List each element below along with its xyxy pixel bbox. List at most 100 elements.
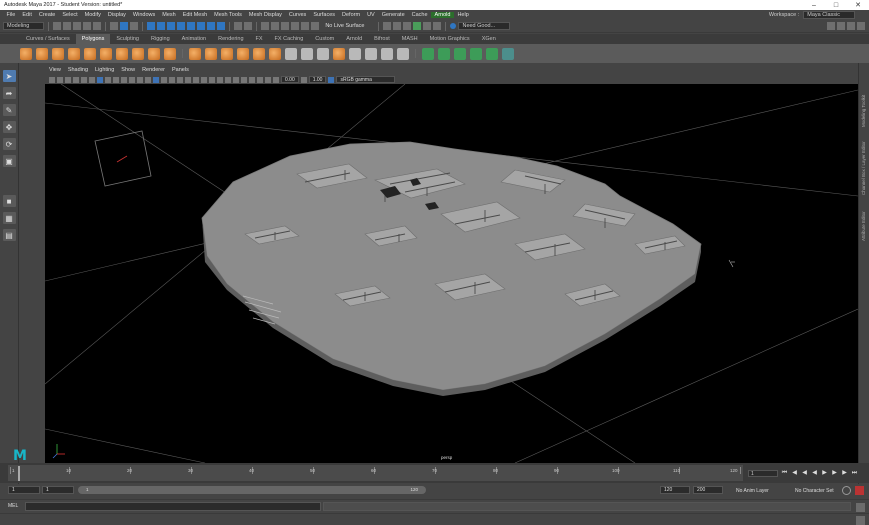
command-input[interactable] [25, 502, 321, 511]
outliner-layout-icon[interactable]: ▤ [2, 229, 16, 241]
poly-svg-icon[interactable] [164, 47, 176, 60]
attribute-editor-tab[interactable]: Attribute Editor [861, 211, 866, 241]
highlight-selection-icon[interactable] [244, 22, 253, 30]
modeling-toolkit-tab[interactable]: Modeling Toolkit [861, 95, 866, 127]
automatic-mapping-icon[interactable] [438, 47, 450, 60]
four-view-layout-icon[interactable]: ▦ [2, 212, 16, 224]
snap-view-plane-icon[interactable] [291, 22, 300, 30]
toggle-modeling-toolkit-icon[interactable] [827, 22, 835, 30]
character-set-dropdown[interactable]: No Character Set [795, 488, 834, 494]
poly-type-icon[interactable] [148, 47, 160, 60]
time-slider[interactable]: 1 10 20 30 40 50 60 70 80 90 100 110 120 [0, 463, 869, 483]
select-dynamic-mask-icon[interactable] [197, 22, 206, 30]
image-plane-icon[interactable] [73, 76, 79, 83]
uv-unfold-icon[interactable] [502, 47, 514, 60]
maximize-button[interactable]: □ [825, 2, 847, 9]
menu-mesh[interactable]: Mesh [159, 12, 179, 18]
shelf-tab-rigging[interactable]: Rigging [145, 34, 176, 44]
uv-editor-icon[interactable] [486, 47, 498, 60]
gamma-field[interactable]: 1.00 [308, 76, 327, 83]
separate-icon[interactable] [205, 47, 217, 60]
play-backwards-icon[interactable]: ◀ [811, 470, 818, 477]
select-handle-mask-icon[interactable] [147, 22, 156, 30]
step-forward-frame-icon[interactable]: ▶ [831, 470, 838, 477]
menu-curves[interactable]: Curves [285, 12, 309, 18]
isolate-select-icon[interactable] [241, 76, 247, 83]
command-language-toggle[interactable]: MEL [8, 503, 18, 509]
poly-plane-icon[interactable] [84, 47, 96, 60]
bridge-icon[interactable] [317, 47, 329, 60]
panel-menu-lighting[interactable]: Lighting [95, 67, 114, 75]
close-button[interactable]: ✕ [847, 1, 869, 9]
live-surface-label[interactable]: No Live Surface [325, 23, 364, 29]
select-hierarchy-icon[interactable] [110, 22, 119, 30]
planar-mapping-icon[interactable] [422, 47, 434, 60]
combine-icon[interactable] [189, 47, 201, 60]
playback-end-field[interactable]: 120 [660, 486, 690, 494]
rotate-tool-icon[interactable]: ⟳ [2, 138, 16, 150]
select-misc-mask-icon[interactable] [217, 22, 226, 30]
menu-edit[interactable]: Edit [19, 12, 35, 18]
hypershade-icon[interactable] [423, 22, 432, 30]
wireframe-icon[interactable] [153, 76, 159, 83]
step-back-key-icon[interactable]: ◀ [791, 470, 798, 477]
step-forward-key-icon[interactable]: ▶ [841, 470, 848, 477]
minimize-button[interactable]: – [803, 2, 825, 9]
spherical-mapping-icon[interactable] [470, 47, 482, 60]
arnold-render-view-icon[interactable] [433, 22, 442, 30]
redo-icon[interactable] [93, 22, 102, 30]
panel-menu-shading[interactable]: Shading [68, 67, 88, 75]
scale-tool-icon[interactable]: ▣ [2, 155, 16, 167]
reduce-icon[interactable] [269, 47, 281, 60]
script-editor-icon[interactable] [856, 503, 865, 512]
bookmarks-icon[interactable] [65, 76, 71, 83]
menu-mesh-tools[interactable]: Mesh Tools [211, 12, 246, 18]
multisample-aa-icon[interactable] [225, 76, 231, 83]
paint-select-tool-icon[interactable]: ✎ [2, 104, 16, 116]
auto-key-icon[interactable] [842, 486, 851, 495]
panel-menu-view[interactable]: View [49, 67, 61, 75]
exposure-icon[interactable] [273, 76, 279, 83]
shelf-tab-custom[interactable]: Custom [309, 34, 340, 44]
poly-sphere-icon[interactable] [20, 47, 32, 60]
menu-create[interactable]: Create [35, 12, 59, 18]
textured-icon[interactable] [185, 76, 191, 83]
select-surface-mask-icon[interactable] [177, 22, 186, 30]
save-scene-icon[interactable] [73, 22, 82, 30]
xray-active-icon[interactable] [257, 76, 263, 83]
menu-arnold[interactable]: Arnold [431, 12, 454, 18]
smooth-icon[interactable] [237, 47, 249, 60]
poly-disc-icon[interactable] [116, 47, 128, 60]
panel-menu-panels[interactable]: Panels [172, 67, 189, 75]
exposure-field[interactable]: 0.00 [281, 76, 299, 83]
gate-mask-icon[interactable] [121, 76, 127, 83]
lasso-tool-icon[interactable]: ➦ [2, 87, 16, 99]
play-forwards-icon[interactable]: ▶ [821, 470, 828, 477]
select-component-icon[interactable] [130, 22, 139, 30]
shelf-tab-bifrost[interactable]: Bifrost [368, 34, 396, 44]
select-joint-mask-icon[interactable] [157, 22, 166, 30]
menu-deform[interactable]: Deform [339, 12, 364, 18]
snap-live-icon[interactable] [301, 22, 310, 30]
camera-attributes-icon[interactable] [57, 76, 63, 83]
default-material-icon[interactable] [169, 76, 175, 83]
go-to-end-icon[interactable]: ⏭ [851, 470, 858, 477]
poly-cube-icon[interactable] [36, 47, 48, 60]
channel-box-tab[interactable]: Channel Box / Layer Editor [861, 141, 866, 195]
shelf-tab-mash[interactable]: MASH [396, 34, 424, 44]
snap-curve-icon[interactable] [271, 22, 280, 30]
go-to-start-icon[interactable]: ⏮ [781, 470, 788, 477]
animation-preferences-icon[interactable] [855, 486, 864, 495]
menu-modify[interactable]: Modify [81, 12, 104, 18]
safe-title-icon[interactable] [145, 76, 151, 83]
panel-menu-show[interactable]: Show [121, 67, 135, 75]
menu-mesh-display[interactable]: Mesh Display [245, 12, 285, 18]
single-perspective-view-icon[interactable]: ■ [2, 195, 16, 207]
toggle-channel-box-icon[interactable] [857, 22, 865, 30]
extrude-icon[interactable] [301, 47, 313, 60]
shelf-tab-arnold[interactable]: Arnold [340, 34, 368, 44]
target-weld-icon[interactable] [381, 47, 393, 60]
time-ruler[interactable]: 1 10 20 30 40 50 60 70 80 90 100 110 120 [8, 465, 743, 481]
help-line-icon[interactable] [856, 516, 865, 525]
multi-cut-icon[interactable] [285, 47, 297, 60]
